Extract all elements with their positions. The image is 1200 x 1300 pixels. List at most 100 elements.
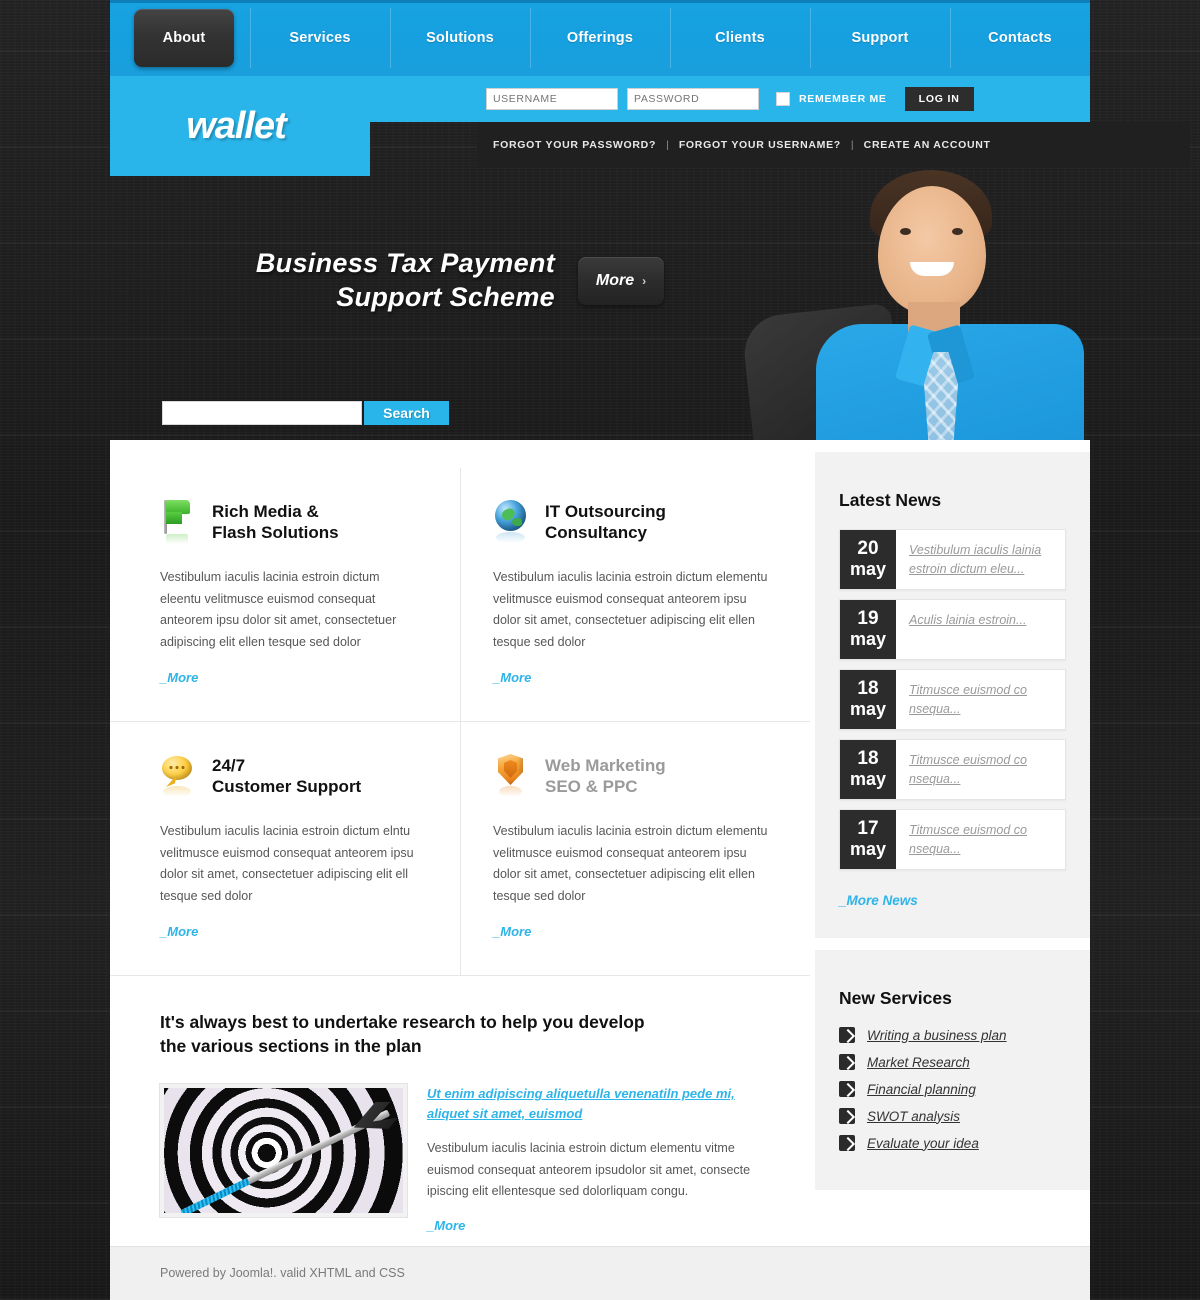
chevron-right-icon: › (642, 274, 647, 288)
news-text[interactable]: Titmusce euismod co nsequa... (896, 810, 1065, 869)
news-text[interactable]: Aculis lainia estroin... (896, 600, 1065, 659)
hero-title: Business Tax Payment Support Scheme (165, 246, 555, 314)
arrow-up-right-icon (839, 1081, 855, 1097)
nav-item-support[interactable]: Support (810, 0, 950, 76)
remember-me-checkbox[interactable] (776, 92, 790, 106)
news-day: 17 (857, 818, 879, 839)
service-title: 24/7 Customer Support (212, 752, 361, 797)
latest-news-box: Latest News 20 may Vestibulum iaculis la… (815, 452, 1090, 938)
new-services-list: Writing a business plan Market Research … (839, 1027, 1066, 1151)
list-item[interactable]: Writing a business plan (839, 1027, 1066, 1043)
article-body: 2 3 4 5 6 7 8 9 9 8 7 6 5 4 6 (159, 1083, 770, 1235)
hero-more-label: More (595, 272, 635, 289)
hero-banner: Business Tax Payment Support Scheme More… (110, 170, 1090, 614)
list-item[interactable]: Evaluate your idea (839, 1135, 1066, 1151)
nav-item-solutions[interactable]: Solutions (390, 0, 530, 76)
article-lead-line2: aliquet sit amet, euismod (427, 1106, 583, 1121)
arrow-up-right-icon (839, 1027, 855, 1043)
logo-text: wallet (186, 104, 287, 147)
news-date: 18 may (840, 740, 896, 799)
news-item[interactable]: 19 may Aculis lainia estroin... (839, 599, 1066, 660)
article-heading-line2: the various sections in the plan (160, 1036, 422, 1056)
article-lead-link[interactable]: Ut enim adipiscing aliquetulla venenatil… (427, 1084, 735, 1124)
service-title-line2: Customer Support (212, 777, 362, 796)
new-service-link[interactable]: SWOT analysis (867, 1109, 960, 1124)
nav-item-label: Clients (715, 30, 765, 46)
news-month: may (849, 839, 887, 859)
hero-more-button[interactable]: More › (578, 257, 664, 305)
service-description: Vestibulum iaculis lacinia estroin dictu… (493, 570, 768, 649)
news-month: may (849, 769, 887, 789)
green-flag-icon (160, 498, 194, 544)
service-title-line2: Consultancy (545, 523, 648, 542)
article-heading-line1: It's always best to undertake research t… (160, 1012, 645, 1032)
new-service-link[interactable]: Market Research (867, 1055, 970, 1070)
nav-item-services[interactable]: Services (250, 0, 390, 76)
create-account-link[interactable]: CREATE AN ACCOUNT (864, 139, 991, 151)
news-item[interactable]: 18 may Titmusce euismod co nsequa... (839, 739, 1066, 800)
nav-item-offerings[interactable]: Offerings (530, 0, 670, 76)
news-date: 18 may (840, 670, 896, 729)
article-more-link[interactable]: More (427, 1218, 465, 1233)
password-input[interactable] (627, 88, 759, 110)
hero-title-line1: Business Tax Payment (255, 248, 555, 278)
service-description: Vestibulum iaculis lacinia estroin dictu… (160, 570, 397, 649)
new-service-link[interactable]: Financial planning (867, 1082, 976, 1097)
new-services-box: New Services Writing a business plan Mar… (815, 950, 1090, 1190)
forgot-username-link[interactable]: FORGOT YOUR USERNAME? (679, 139, 841, 151)
forgot-password-link[interactable]: FORGOT YOUR PASSWORD? (493, 139, 656, 151)
service-title-line2: Flash Solutions (212, 523, 339, 542)
main-navigation: About Services Solutions Offerings Clien… (110, 0, 1090, 76)
article-thumbnail: 2 3 4 5 6 7 8 9 9 8 7 6 5 4 6 (159, 1083, 408, 1218)
list-item[interactable]: SWOT analysis (839, 1108, 1066, 1124)
search-button[interactable]: Search (364, 401, 449, 425)
news-item[interactable]: 20 may Vestibulum iaculis lainia estroin… (839, 529, 1066, 590)
list-item[interactable]: Financial planning (839, 1081, 1066, 1097)
service-header: IT Outsourcing Consultancy (493, 498, 770, 543)
service-header: Rich Media & Flash Solutions (160, 498, 420, 544)
nav-item-about[interactable]: About (134, 9, 234, 67)
service-title-line1: Rich Media & (212, 502, 319, 521)
site-wrapper: About Services Solutions Offerings Clien… (110, 0, 1190, 1300)
shield-icon (493, 752, 527, 797)
content-column: Rich Media & Flash Solutions Vestibulum … (110, 440, 810, 1265)
new-service-link[interactable]: Writing a business plan (867, 1028, 1007, 1043)
news-day: 20 (857, 538, 879, 559)
logo[interactable]: wallet (110, 76, 370, 176)
service-title-line1: Web Marketing (545, 756, 666, 775)
new-services-title: New Services (839, 988, 952, 1008)
more-news-link[interactable]: More News (839, 893, 918, 908)
service-more-link[interactable]: More (160, 924, 198, 939)
service-card-it-outsourcing: IT Outsourcing Consultancy Vestibulum ia… (460, 468, 810, 721)
nav-item-clients[interactable]: Clients (670, 0, 810, 76)
service-title-line2: SEO & PPC (545, 777, 638, 796)
article-text-column: Ut enim adipiscing aliquetulla venenatil… (427, 1084, 770, 1235)
account-links: FORGOT YOUR PASSWORD? | FORGOT YOUR USER… (477, 122, 1190, 168)
hero-title-line2: Support Scheme (336, 282, 555, 312)
site-footer: Powered by Joomla!. valid XHTML and CSS (110, 1246, 1090, 1300)
news-text[interactable]: Titmusce euismod co nsequa... (896, 740, 1065, 799)
service-more-link[interactable]: More (160, 670, 198, 685)
news-day: 18 (857, 678, 879, 699)
service-title: Rich Media & Flash Solutions (212, 498, 339, 543)
nav-item-label: Contacts (988, 30, 1052, 46)
new-service-link[interactable]: Evaluate your idea (867, 1136, 979, 1151)
log-in-button[interactable]: LOG IN (904, 87, 974, 111)
news-item[interactable]: 17 may Titmusce euismod co nsequa... (839, 809, 1066, 870)
news-text[interactable]: Vestibulum iaculis lainia estroin dictum… (896, 530, 1065, 589)
target-number: 9 (164, 1214, 403, 1217)
list-item[interactable]: Market Research (839, 1054, 1066, 1070)
username-input[interactable] (486, 88, 618, 110)
sidebar: Latest News 20 may Vestibulum iaculis la… (815, 452, 1090, 1202)
nav-item-label: Solutions (426, 30, 494, 46)
service-description: Vestibulum iaculis lacinia estroin dictu… (493, 824, 768, 903)
service-more-link[interactable]: More (493, 670, 531, 685)
news-text[interactable]: Titmusce euismod co nsequa... (896, 670, 1065, 729)
service-more-link[interactable]: More (493, 924, 531, 939)
nav-item-label: About (162, 30, 206, 46)
search-input[interactable] (162, 401, 362, 425)
service-title-line1: 24/7 (212, 756, 246, 775)
news-month: may (849, 559, 887, 579)
news-item[interactable]: 18 may Titmusce euismod co nsequa... (839, 669, 1066, 730)
nav-item-contacts[interactable]: Contacts (950, 0, 1090, 76)
